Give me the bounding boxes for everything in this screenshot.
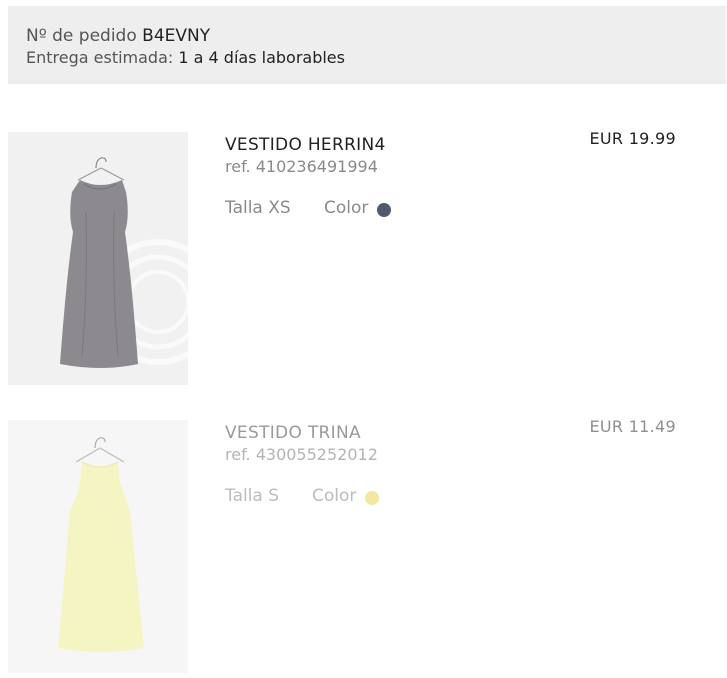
color-swatch — [365, 491, 379, 505]
product-name[interactable]: VESTIDO TRINA — [225, 423, 361, 443]
order-number-label: Nº de pedido — [26, 26, 137, 46]
estimated-delivery: Entrega estimada: 1 a 4 días laborables — [26, 48, 345, 67]
grey-dress-image — [8, 132, 188, 385]
order-summary-header: Nº de pedido B4EVNY Entrega estimada: 1 … — [8, 6, 726, 84]
product-ref: ref. 430055252012 — [225, 445, 378, 464]
delivery-label: Entrega estimada: — [26, 48, 174, 67]
delivery-value: 1 a 4 días laborables — [178, 48, 345, 67]
order-number: Nº de pedido B4EVNY — [26, 26, 210, 46]
order-item: VESTIDO TRINA ref. 430055252012 Talla S … — [0, 417, 727, 674]
product-name[interactable]: VESTIDO HERRIN4 — [225, 135, 386, 155]
product-price: EUR 11.49 — [589, 417, 676, 436]
product-size: Talla XS — [225, 198, 291, 218]
product-image[interactable] — [8, 420, 188, 673]
order-number-value: B4EVNY — [142, 26, 211, 46]
product-ref: ref. 410236491994 — [225, 157, 378, 176]
product-image[interactable] — [8, 132, 188, 385]
product-color-label: Color — [312, 486, 357, 506]
color-swatch — [377, 203, 391, 217]
product-color-label: Color — [324, 198, 369, 218]
product-size: Talla S — [225, 486, 280, 506]
product-price: EUR 19.99 — [589, 129, 676, 148]
order-item: VESTIDO HERRIN4 ref. 410236491994 Talla … — [0, 129, 727, 386]
yellow-dress-image — [8, 420, 188, 673]
